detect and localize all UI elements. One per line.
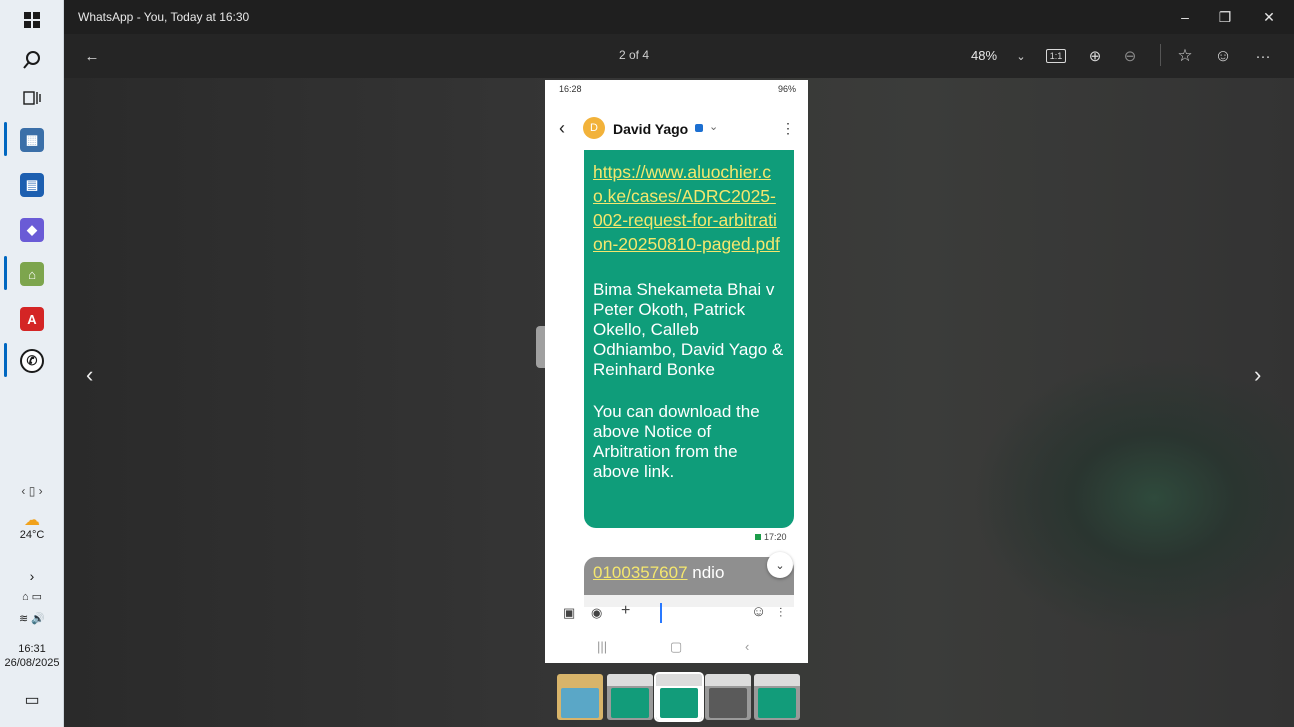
running-indicator xyxy=(4,122,7,156)
weather-temp[interactable]: 24°C xyxy=(0,529,64,541)
task-view-icon[interactable] xyxy=(8,80,56,116)
weather-icon[interactable]: ☁ xyxy=(0,510,64,530)
start-icon[interactable] xyxy=(8,2,56,38)
plus-icon: + xyxy=(621,602,631,619)
message-text: You can download the above Notice of Arb… xyxy=(593,402,760,481)
photo-viewer-window: WhatsApp - You, Today at 16:30 – ❐ ✕ ← ⌄… xyxy=(64,0,1294,727)
timetable-app-icon[interactable]: ▤ xyxy=(20,173,44,197)
file-cabinet-icon[interactable]: ⌂ xyxy=(20,262,44,286)
show-hidden-icons-icon[interactable]: › xyxy=(0,568,64,584)
chevron-left-icon: ‹ xyxy=(559,118,565,138)
sim-badge-icon xyxy=(695,124,703,132)
contact-name: David Yago xyxy=(613,121,689,137)
windows-logo-icon xyxy=(24,12,40,28)
search-icon[interactable] xyxy=(8,42,56,78)
kebab-menu-icon: ⋮ xyxy=(781,120,795,136)
message-time-text: 17:20 xyxy=(764,532,787,542)
zoom-dropdown-chevron-icon[interactable]: ⌄ xyxy=(1014,44,1028,68)
image-counter: 2 of 4 xyxy=(619,48,650,62)
phone-screenshot: 16:28 96% ‹ D David Yago ⌄ ⋮ https://www… xyxy=(545,80,808,663)
window-title: WhatsApp - You, Today at 16:30 xyxy=(78,10,250,24)
favorite-star-icon[interactable]: ☆ xyxy=(1174,44,1196,68)
message-text: Bima Shekameta Bhai v Peter Okoth, Patri… xyxy=(593,280,784,379)
tray-icons[interactable]: ⌂ ▭ xyxy=(0,590,64,603)
next-image-icon[interactable]: › xyxy=(1254,362,1261,388)
viewer-toolbar: ← ⌄ 1:1 ⊕ ⊖ ☆ ☺ ··· xyxy=(64,34,1294,78)
back-arrow-icon[interactable]: ← xyxy=(82,44,102,68)
actual-size-icon[interactable]: 1:1 xyxy=(1046,49,1066,63)
microsoft-365-icon[interactable]: ◆ xyxy=(20,218,44,242)
message-time: 17:20 xyxy=(755,532,787,542)
thumbnail[interactable] xyxy=(557,674,603,720)
notifications-icon[interactable]: ▭ xyxy=(0,690,64,710)
message-text: ndio xyxy=(687,563,725,582)
thumbnail-current[interactable] xyxy=(654,672,704,722)
whatsapp-icon[interactable]: ✆ xyxy=(20,349,44,373)
restore-icon[interactable]: ❐ xyxy=(1210,5,1240,29)
back-icon: ‹ xyxy=(745,639,750,654)
zoom-level[interactable]: 48% xyxy=(971,48,997,63)
toolbar-divider xyxy=(1160,44,1161,66)
gallery-icon: ▣ xyxy=(563,605,576,620)
android-nav-bar: ||| ▢ ‹ xyxy=(545,633,808,663)
message-bubble: https://www.aluochier.co.ke/cases/ADRC20… xyxy=(584,150,794,528)
sim-icon xyxy=(755,534,761,540)
clock-time[interactable]: 16:31 xyxy=(0,643,64,655)
running-indicator xyxy=(4,343,7,377)
scroll-down-icon: ⌄ xyxy=(767,552,793,578)
calculator-icon[interactable]: ▦ xyxy=(20,128,44,152)
phone-number-link: 0100357607 xyxy=(593,563,688,582)
title-bar: WhatsApp - You, Today at 16:30 – ❐ ✕ xyxy=(64,0,1294,34)
acrobat-icon[interactable]: A xyxy=(20,307,44,331)
zoom-in-icon[interactable]: ⊕ xyxy=(1084,44,1106,68)
thumbnail[interactable] xyxy=(754,674,800,720)
clock-date[interactable]: 26/08/2025 xyxy=(0,657,64,669)
previous-image-icon[interactable]: ‹ xyxy=(86,362,93,388)
more-options-icon[interactable]: ··· xyxy=(1252,44,1274,68)
running-indicator xyxy=(4,256,7,290)
network-volume-icon[interactable]: ≋ 🔊 xyxy=(0,612,64,625)
status-battery: 96% xyxy=(777,84,796,94)
text-caret xyxy=(660,603,662,623)
taskbar: ▦ ▤ ◆ ⌂ A ✆ ‹ ▯ › ☁ 24°C › ⌂ ▭ ≋ 🔊 16:31… xyxy=(0,0,64,727)
zoom-out-icon[interactable]: ⊖ xyxy=(1119,44,1141,68)
chevron-down-icon: ⌄ xyxy=(709,121,719,133)
chat-header: ‹ D David Yago ⌄ ⋮ xyxy=(545,114,808,144)
emoji-icon[interactable]: ☺ xyxy=(1212,44,1234,68)
thumbnail[interactable] xyxy=(705,674,751,720)
home-icon: ▢ xyxy=(670,639,683,654)
close-icon[interactable]: ✕ xyxy=(1254,5,1284,29)
recents-icon: ||| xyxy=(597,639,608,654)
voice-icon: ⫶ xyxy=(779,605,783,620)
emoji-icon: ☺ xyxy=(751,603,767,620)
overflow-scroll[interactable]: ‹ ▯ › xyxy=(0,484,64,498)
compose-bar: ▣ ◉ + ☺ ⫶ xyxy=(545,595,808,631)
avatar: D xyxy=(583,117,605,139)
camera-icon: ◉ xyxy=(591,605,603,620)
message-link: https://www.aluochier.co.ke/cases/ADRC20… xyxy=(593,162,780,254)
thumbnail[interactable] xyxy=(607,674,653,720)
minimize-icon[interactable]: – xyxy=(1170,5,1200,29)
status-time: 16:28 xyxy=(559,84,582,94)
